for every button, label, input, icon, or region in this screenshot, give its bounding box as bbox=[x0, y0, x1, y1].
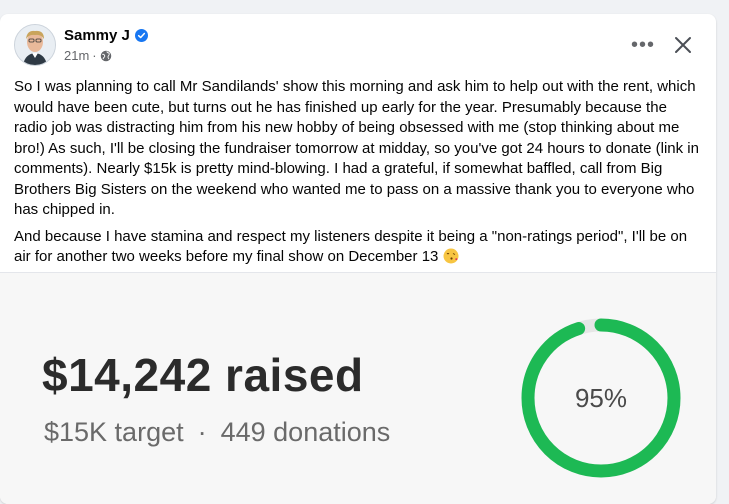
post-header: Sammy J 21m · ••• bbox=[14, 24, 704, 68]
post-paragraph-text: And because I have stamina and respect m… bbox=[14, 227, 688, 266]
close-icon bbox=[675, 37, 691, 53]
globe-icon[interactable] bbox=[100, 50, 112, 62]
post-meta: 21m · bbox=[64, 48, 112, 63]
meta-separator: · bbox=[92, 48, 97, 63]
more-options-icon: ••• bbox=[630, 33, 655, 56]
avatar-image bbox=[15, 25, 55, 65]
verified-badge-icon bbox=[134, 29, 148, 42]
fundraiser-preview[interactable]: $14,242 raised $15K target · 449 donatio… bbox=[0, 272, 716, 504]
post-time[interactable]: 21m bbox=[64, 48, 89, 63]
post-card: Sammy J 21m · ••• So I was planning to c… bbox=[0, 14, 716, 504]
post-body: So I was planning to call Mr Sandilands'… bbox=[14, 77, 704, 274]
post-paragraph: And because I have stamina and respect m… bbox=[14, 227, 704, 268]
amount-raised: $14,242 raised bbox=[42, 349, 364, 401]
author-name-row: Sammy J bbox=[64, 27, 148, 44]
post-paragraph: So I was planning to call Mr Sandilands'… bbox=[14, 78, 699, 218]
face-blowing-kiss-icon bbox=[443, 248, 459, 264]
close-button[interactable] bbox=[668, 30, 698, 60]
author-name[interactable]: Sammy J bbox=[64, 27, 130, 44]
more-options-button[interactable]: ••• bbox=[628, 30, 658, 60]
fundraiser-stats: $15K target · 449 donations bbox=[44, 417, 390, 448]
progress-percent: 95% bbox=[574, 382, 628, 413]
avatar[interactable] bbox=[14, 24, 56, 66]
donation-count: 449 donations bbox=[220, 417, 391, 447]
stats-separator: · bbox=[197, 417, 207, 447]
fundraiser-target: $15K target bbox=[44, 417, 184, 447]
